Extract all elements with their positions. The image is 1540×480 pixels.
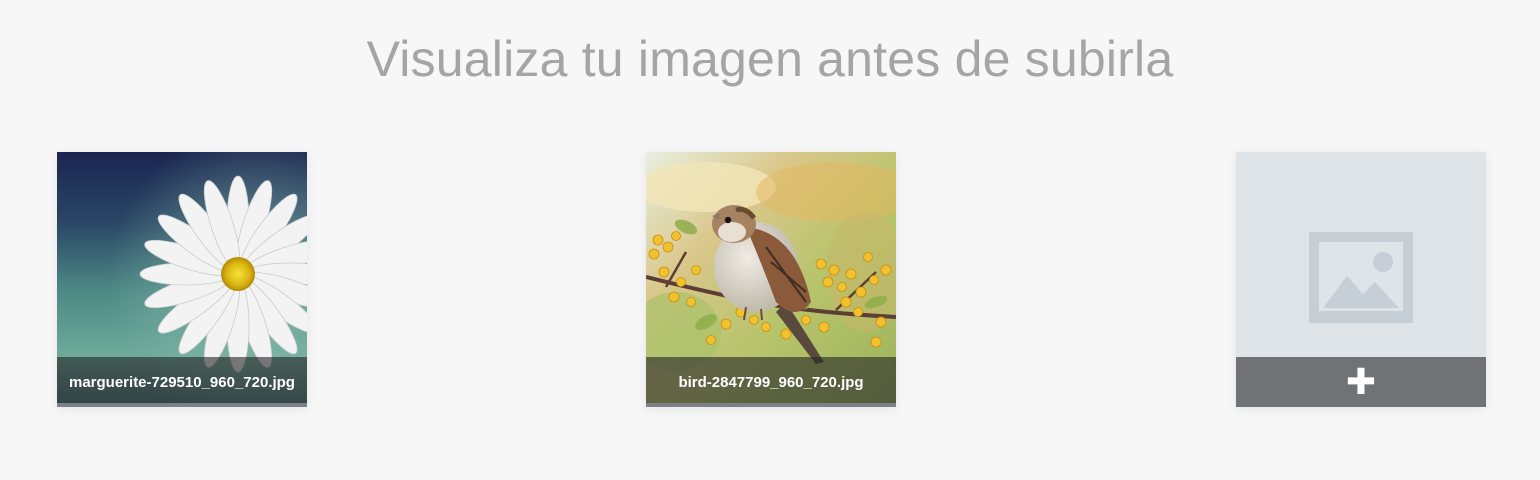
add-image-button[interactable]: ✚ — [1236, 357, 1486, 407]
card-bottom-strip — [646, 403, 896, 407]
page-title: Visualiza tu imagen antes de subirla — [366, 31, 1174, 87]
preview-filename: marguerite-729510_960_720.jpg — [57, 357, 307, 403]
preview-filename: bird-2847799_960_720.jpg — [646, 357, 896, 403]
upload-slot[interactable]: ✚ — [1236, 152, 1486, 407]
preview-card-daisy[interactable]: marguerite-729510_960_720.jpg — [57, 152, 307, 407]
preview-card-bird[interactable]: bird-2847799_960_720.jpg — [646, 152, 896, 407]
upload-preview-page: Visualiza tu imagen antes de subirla mar… — [0, 0, 1540, 480]
card-bottom-strip — [57, 403, 307, 407]
image-placeholder-icon — [1309, 232, 1413, 323]
